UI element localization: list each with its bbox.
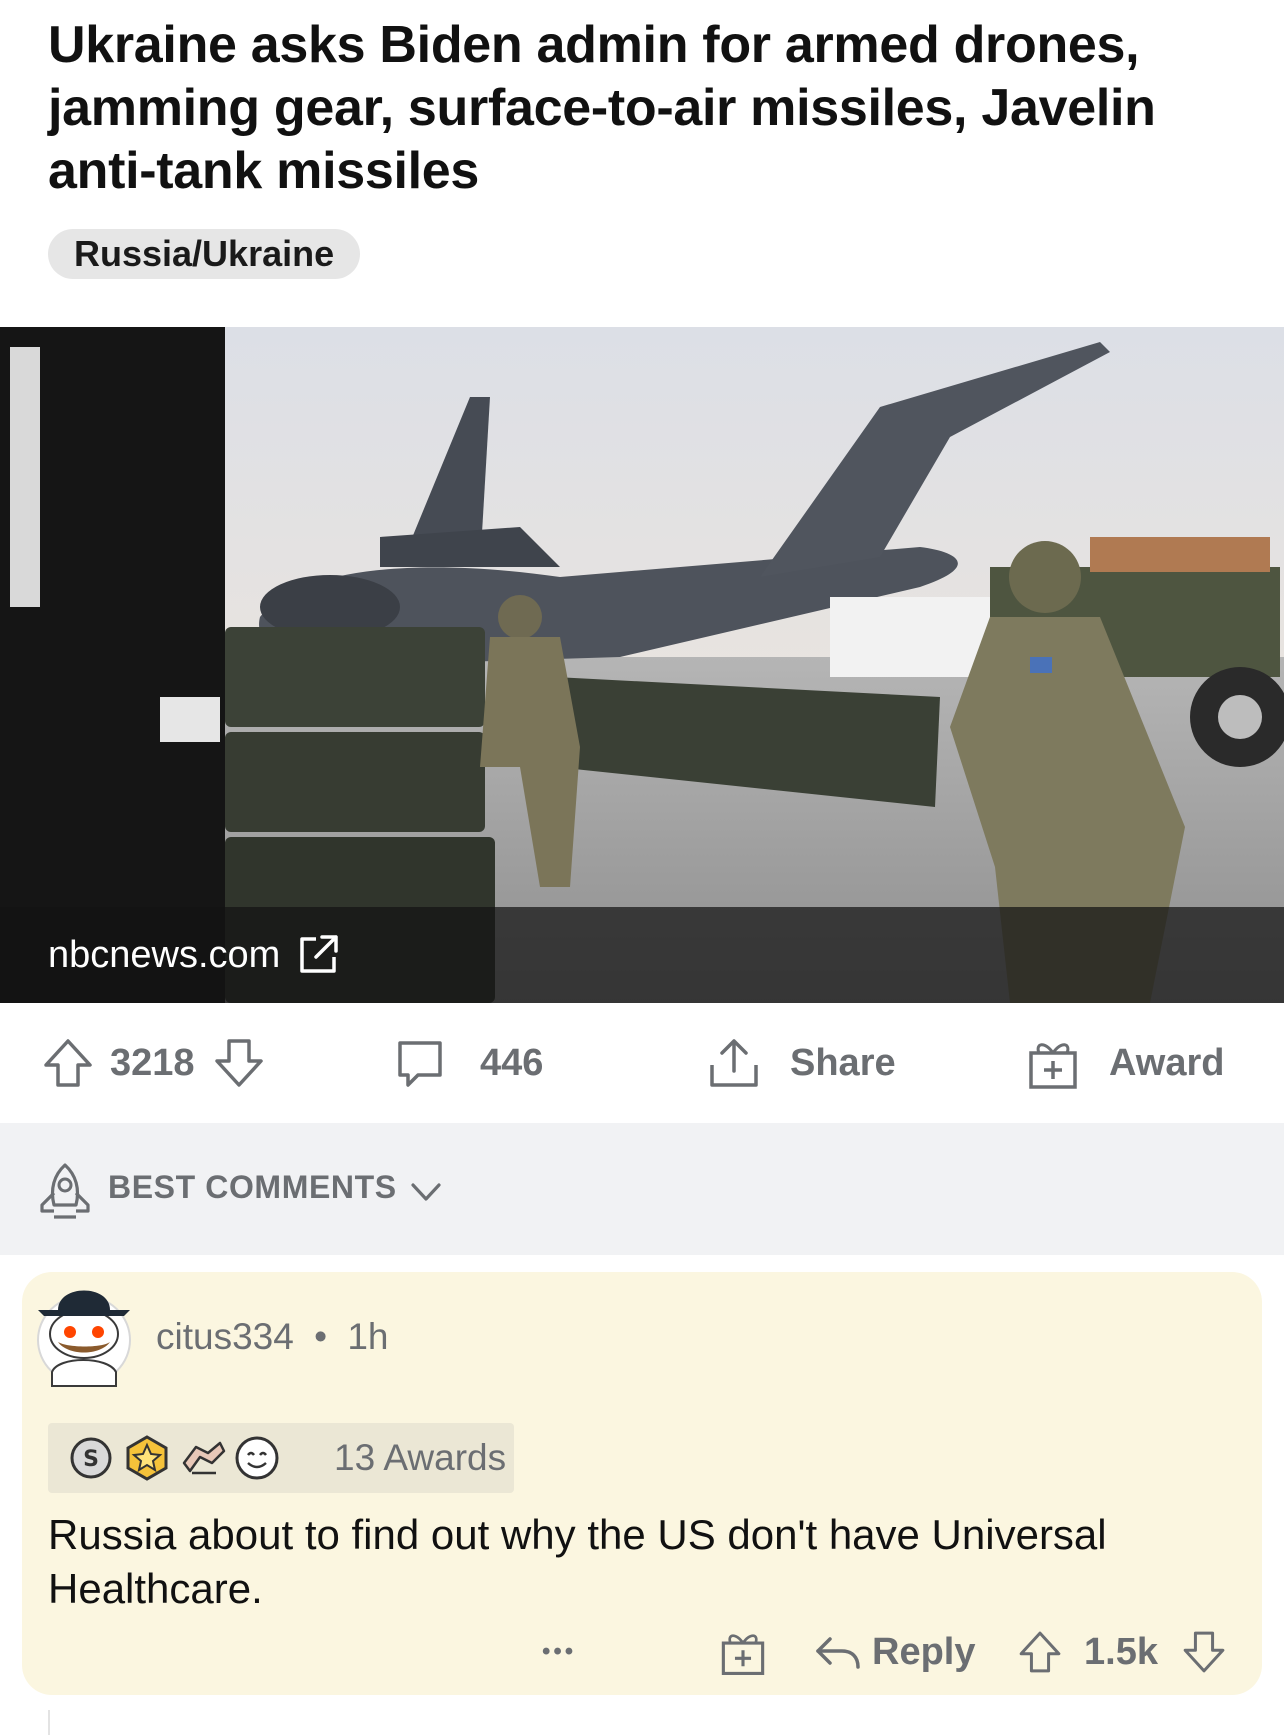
share-icon (710, 1039, 758, 1087)
award-button[interactable]: Award (1025, 1003, 1224, 1123)
meta-separator: • (314, 1316, 328, 1357)
preview-image (0, 327, 1284, 1003)
share-button[interactable]: Share (706, 1003, 896, 1123)
reply-button[interactable]: Reply (812, 1622, 975, 1682)
post-flair[interactable]: Russia/Ukraine (48, 229, 361, 279)
vote-control: 3218 (40, 1003, 267, 1123)
comments-button[interactable]: 446 (392, 1003, 543, 1123)
more-options-button[interactable]: ••• (542, 1622, 576, 1682)
svg-text:S: S (83, 1447, 99, 1472)
gold-award-icon (126, 1435, 168, 1481)
downvote-icon[interactable] (211, 1035, 267, 1091)
post-action-bar: 3218 446 Share Award (0, 1003, 1284, 1123)
comment-username[interactable]: citus334 (156, 1316, 294, 1357)
comment-awards[interactable]: S 13 Awards (48, 1423, 514, 1493)
comment-sort-bar[interactable]: BEST COMMENTS (0, 1123, 1284, 1255)
thread-line (48, 1710, 50, 1735)
comment-body: Russia about to find out why the US don'… (48, 1511, 1107, 1612)
comment-score: 1.5k (1084, 1630, 1158, 1673)
sort-label: BEST COMMENTS (108, 1169, 397, 1205)
awards-count: 13 Awards (334, 1437, 507, 1478)
reply-label: Reply (872, 1630, 976, 1673)
downvote-icon[interactable] (1180, 1627, 1228, 1677)
upvote-icon[interactable] (40, 1035, 96, 1091)
helpful-award-icon (182, 1441, 226, 1475)
award-label: Award (1109, 1041, 1225, 1084)
reply-icon (816, 1637, 860, 1669)
upvote-icon[interactable] (1016, 1627, 1064, 1677)
chevron-down-icon (411, 1183, 441, 1201)
comment: citus334 • 1h S 13 Awards Russia about t… (22, 1272, 1262, 1695)
comment-age: 1h (347, 1316, 389, 1357)
post-score: 3218 (110, 1041, 195, 1084)
post-title[interactable]: Ukraine asks Biden admin for armed drone… (48, 14, 1248, 203)
comment-icon (398, 1041, 442, 1087)
gift-icon (721, 1634, 765, 1675)
avatar[interactable] (28, 1276, 138, 1394)
rocket-icon (40, 1163, 90, 1219)
external-link-icon (300, 935, 338, 973)
comment-meta: citus334 • 1h (156, 1316, 389, 1358)
comment-award-button[interactable] (718, 1622, 768, 1682)
silver-award-icon: S (70, 1437, 112, 1479)
wholesome-award-icon (235, 1436, 279, 1480)
more-icon: ••• (542, 1638, 577, 1665)
link-domain[interactable]: nbcnews.com (48, 927, 280, 983)
award-icon (1029, 1043, 1077, 1089)
share-label: Share (790, 1041, 896, 1084)
link-preview[interactable]: nbcnews.com (0, 327, 1284, 1003)
comment-vote-control: 1.5k (1016, 1622, 1228, 1682)
comments-count: 446 (480, 1041, 544, 1084)
link-domain-bar[interactable]: nbcnews.com (0, 907, 1284, 1003)
